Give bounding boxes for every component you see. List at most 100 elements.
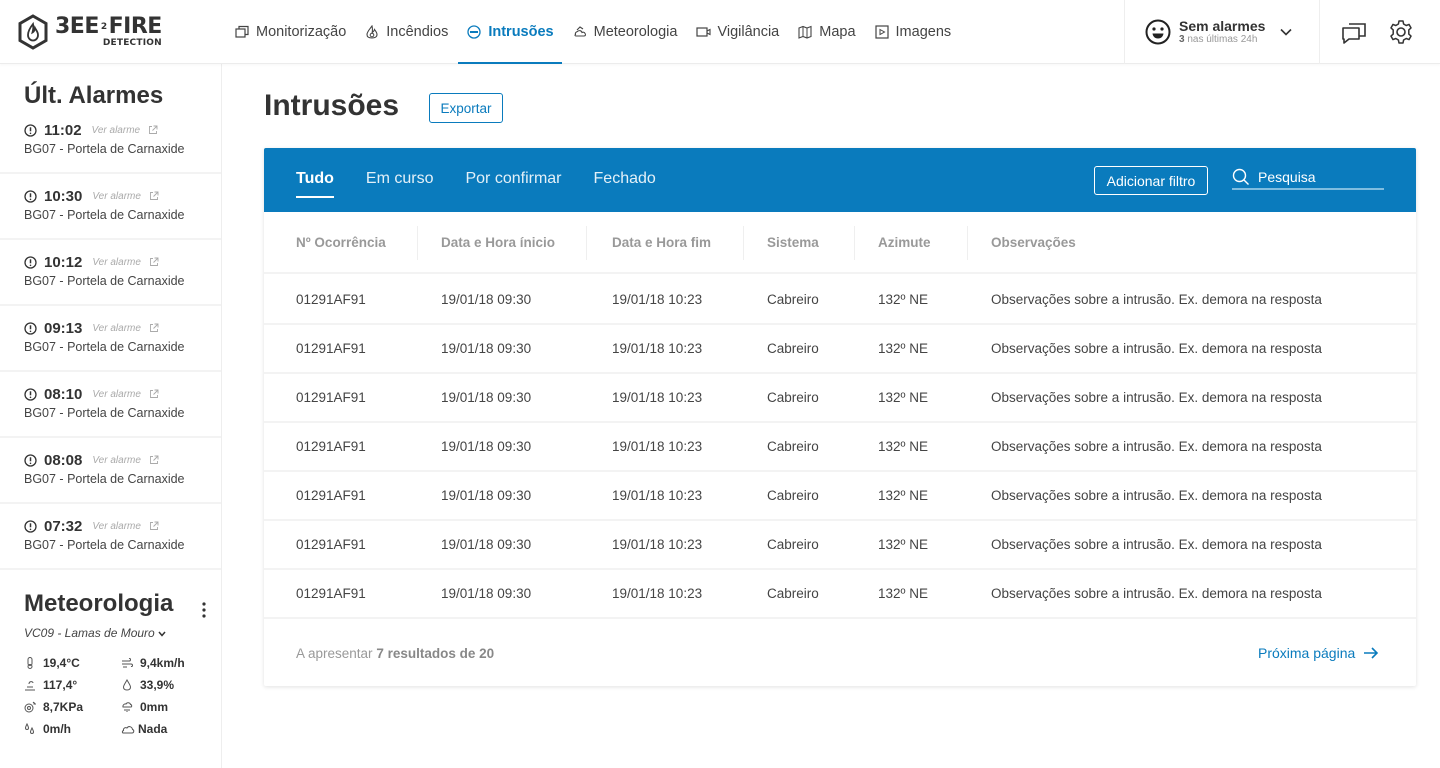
column-header-fim[interactable]: Data e Hora fim xyxy=(612,212,711,274)
nav-item-monitorizacao[interactable]: Monitorização xyxy=(226,0,354,64)
alarm-time: 10:30 xyxy=(44,187,83,205)
nav-item-intrusoes[interactable]: Intrusões xyxy=(458,0,562,64)
cell-inicio: 19/01/18 09:30 xyxy=(441,292,532,307)
main-nav: Monitorização Incêndios Intrusões Meteor… xyxy=(226,0,961,64)
alarm-status-sub: nas últimas 24h xyxy=(1187,34,1258,45)
tab-em-curso[interactable]: Em curso xyxy=(366,148,434,212)
windows-icon xyxy=(234,24,250,40)
next-page-link[interactable]: Próxima página xyxy=(1258,645,1379,661)
cell-sistema: Cabreiro xyxy=(767,292,819,307)
nav-item-incendios[interactable]: Incêndios xyxy=(356,0,456,64)
cell-inicio: 19/01/18 09:30 xyxy=(441,537,532,552)
table-row[interactable]: 01291AF91 19/01/18 09:30 19/01/18 10:23 Cab… xyxy=(264,325,1416,374)
alarm-time: 08:10 xyxy=(44,385,83,403)
alarm-count: 3 xyxy=(1179,34,1185,45)
nav-item-mapa[interactable]: Mapa xyxy=(789,0,863,64)
view-alarm-label: Ver alarme xyxy=(92,190,141,202)
alarm-location: BG07 - Portela de Carnaxide xyxy=(24,274,185,288)
table-row[interactable]: 01291AF91 19/01/18 09:30 19/01/18 10:23 Cab… xyxy=(264,374,1416,423)
results-prefix: A apresentar xyxy=(296,646,373,661)
cloud-icon xyxy=(121,725,135,733)
alarm-list-item: 08:10 Ver alarme BG07 - Portela de Carnaxi… xyxy=(0,372,221,438)
cell-azimute: 132º NE xyxy=(878,341,928,356)
alarm-time: 07:32 xyxy=(44,517,83,535)
alarm-location: BG07 - Portela de Carnaxide xyxy=(24,340,185,354)
gear-icon[interactable] xyxy=(1388,19,1414,45)
intrusion-icon xyxy=(466,24,482,40)
alert-circle-icon xyxy=(24,123,37,137)
column-header-inicio[interactable]: Data e Hora ínicio xyxy=(441,212,555,274)
cell-fim: 19/01/18 10:23 xyxy=(612,439,703,454)
temperature-value: 19,4°C xyxy=(43,655,80,670)
cell-sistema: Cabreiro xyxy=(767,586,819,601)
view-alarm-label: Ver alarme xyxy=(91,124,141,136)
cell-fim: 19/01/18 10:23 xyxy=(612,292,703,307)
cell-fim: 19/01/18 10:23 xyxy=(612,586,703,601)
view-alarm-link[interactable]: Ver alarme xyxy=(92,125,159,136)
alarm-time: 09:13 xyxy=(44,319,83,337)
external-link-icon xyxy=(149,191,159,200)
chat-icon[interactable] xyxy=(1341,19,1367,45)
column-header-sistema[interactable]: Sistema xyxy=(767,212,819,274)
pressure-value: 8,7KPa xyxy=(43,699,84,714)
table-row[interactable]: 01291AF91 19/01/18 09:30 19/01/18 10:23 Cab… xyxy=(264,276,1416,325)
view-alarm-link[interactable]: Ver alarme xyxy=(92,389,159,400)
cell-observacoes: Observações sobre a intrusão. Ex. demora… xyxy=(991,488,1322,503)
alert-circle-icon xyxy=(24,255,37,269)
weather-icon xyxy=(572,24,588,40)
camera-icon xyxy=(695,24,711,40)
view-alarm-link[interactable]: Ver alarme xyxy=(92,521,159,532)
view-alarm-label: Ver alarme xyxy=(92,322,141,334)
table-row[interactable]: 01291AF91 19/01/18 09:30 19/01/18 10:23 Cab… xyxy=(264,521,1416,570)
recent-alarms-title: Últ. Alarmes xyxy=(24,82,164,109)
alarm-list-item: 11:02 Ver alarme BG07 - Portela de Carnaxi… xyxy=(0,108,221,174)
search-input[interactable] xyxy=(1258,169,1378,185)
view-alarm-link[interactable]: Ver alarme xyxy=(92,455,159,466)
cell-fim: 19/01/18 10:23 xyxy=(612,537,703,552)
brand-tagline: DETECTION xyxy=(102,37,162,48)
table-toolbar: Tudo Em curso Por confirmar Fechado Adic… xyxy=(264,148,1416,212)
cell-ocorrencia: 01291AF91 xyxy=(296,488,366,503)
wind-speed-value: 9,4km/h xyxy=(140,655,185,670)
view-alarm-link[interactable]: Ver alarme xyxy=(92,191,159,202)
cell-fim: 19/01/18 10:23 xyxy=(612,390,703,405)
column-header-ocorrencia[interactable]: Nº Ocorrência xyxy=(296,212,386,274)
alarm-list-item: 10:30 Ver alarme BG07 - Portela de Carnaxi… xyxy=(0,174,221,240)
cell-azimute: 132º NE xyxy=(878,537,928,552)
more-vertical-icon[interactable] xyxy=(198,600,210,620)
table-row[interactable]: 01291AF91 19/01/18 09:30 19/01/18 10:23 Cab… xyxy=(264,570,1416,619)
view-alarm-link[interactable]: Ver alarme xyxy=(92,323,159,334)
external-link-icon xyxy=(149,521,159,530)
rain-drops-icon xyxy=(24,722,35,734)
tab-por-confirmar[interactable]: Por confirmar xyxy=(465,148,561,212)
tab-fechado[interactable]: Fechado xyxy=(594,148,656,212)
nav-item-vigilancia[interactable]: Vigilância xyxy=(687,0,787,64)
cell-inicio: 19/01/18 09:30 xyxy=(441,341,532,356)
view-alarm-link[interactable]: Ver alarme xyxy=(92,257,159,268)
alarm-list: 11:02 Ver alarme BG07 - Portela de Carnaxi… xyxy=(0,108,221,570)
cell-ocorrencia: 01291AF91 xyxy=(296,341,366,356)
cell-observacoes: Observações sobre a intrusão. Ex. demora… xyxy=(991,537,1322,552)
station-selector[interactable]: VC09 - Lamas de Mouro xyxy=(24,626,166,640)
alarm-status-dropdown[interactable]: Sem alarmes 3 nas últimas 24h xyxy=(1124,0,1320,64)
add-filter-button[interactable]: Adicionar filtro xyxy=(1094,166,1208,195)
thermometer-icon xyxy=(27,656,33,669)
nav-item-meteorologia[interactable]: Meteorologia xyxy=(564,0,686,64)
column-divider xyxy=(967,226,968,260)
export-button[interactable]: Exportar xyxy=(429,93,503,123)
nav-item-imagens[interactable]: Imagens xyxy=(866,0,960,64)
column-divider xyxy=(586,226,587,260)
meteo-wind-direction: 117,4° xyxy=(24,676,121,693)
table-row[interactable]: 01291AF91 19/01/18 09:30 19/01/18 10:23 Cab… xyxy=(264,423,1416,472)
brand-logo[interactable]: 3EE 2FIRE DETECTION xyxy=(17,12,162,52)
tab-tudo[interactable]: Tudo xyxy=(296,148,334,212)
meteo-humidity: 33,9% xyxy=(121,676,214,693)
column-header-azimute[interactable]: Azimute xyxy=(878,212,931,274)
column-header-observacoes[interactable]: Observações xyxy=(991,212,1076,274)
view-alarm-label: Ver alarme xyxy=(92,256,141,268)
table-row[interactable]: 01291AF91 19/01/18 09:30 19/01/18 10:23 Cab… xyxy=(264,472,1416,521)
nav-label: Imagens xyxy=(895,24,952,40)
alert-circle-icon xyxy=(24,387,37,401)
cell-sistema: Cabreiro xyxy=(767,341,819,356)
cell-ocorrencia: 01291AF91 xyxy=(296,537,366,552)
